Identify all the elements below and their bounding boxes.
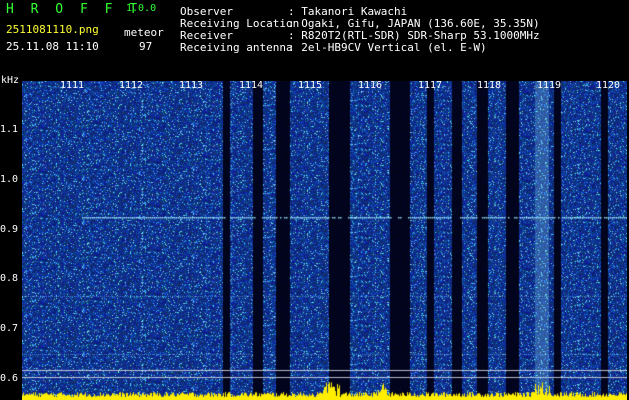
y-tick-label: 0.8 [0,273,19,284]
x-tick-label: 1113 [179,80,204,91]
y-tick-label: 0.6 [0,373,19,384]
detection-type-label: meteor [124,26,164,39]
antenna-value: : 2el-HB9CV Vertical (el. E-W) [288,41,487,54]
antenna-label: Receiving antenna [180,41,293,54]
x-tick-label: 1120 [596,80,621,91]
x-tick-label: 1118 [477,80,502,91]
x-tick-label: 1116 [358,80,383,91]
x-tick-label: 1119 [537,80,562,91]
detection-count: 97 [139,40,153,53]
y-tick-label: 1.0 [0,174,19,185]
x-tick-label: 1115 [298,80,323,91]
y-axis-unit: kHz [1,75,20,86]
app-name: H R O F F T [6,2,142,17]
app-version: 1.0.0 [126,3,157,14]
y-tick-label: 0.7 [0,323,19,334]
x-tick-label: 1111 [60,80,85,91]
y-tick-label: 1.1 [0,124,19,135]
x-tick-label: 1114 [239,80,264,91]
image-filename: 2511081110.png [6,23,99,36]
x-tick-label: 1117 [418,80,443,91]
spectrogram-canvas [22,81,627,400]
y-tick-label: 0.9 [0,224,19,235]
capture-datetime: 25.11.08 11:10 [6,40,99,53]
x-tick-label: 1112 [119,80,144,91]
